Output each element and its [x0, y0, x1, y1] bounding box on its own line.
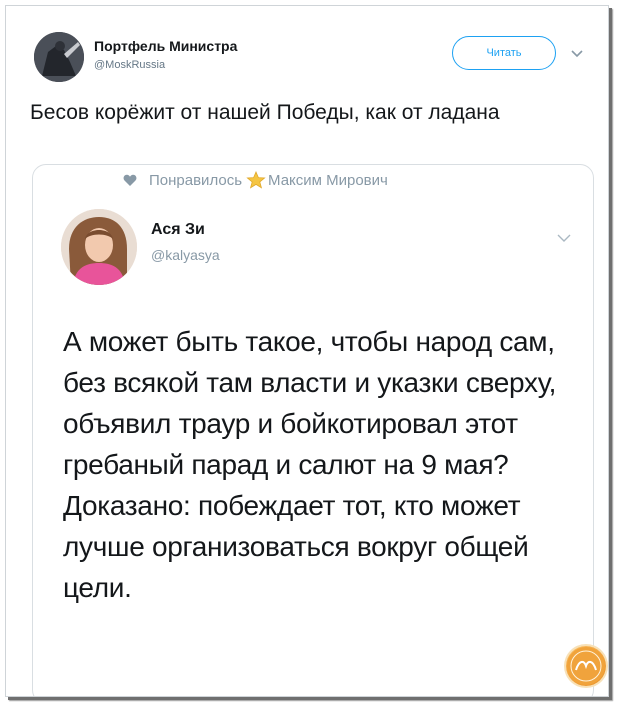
star-icon: [246, 171, 266, 189]
author-handle[interactable]: @MoskRussia: [94, 59, 165, 71]
tweet-screenshot-frame: Портфель Министра @MoskRussia Читать Бес…: [5, 5, 609, 697]
avatar-portrait-icon: [61, 209, 137, 285]
author-name[interactable]: Портфель Министра: [94, 38, 237, 54]
author-avatar[interactable]: [34, 32, 84, 82]
liked-prefix: Понравилось: [149, 171, 243, 189]
follow-button[interactable]: Читать: [452, 36, 556, 70]
quoted-author-name[interactable]: Ася Зи: [151, 221, 205, 239]
liked-by-row: Понравилось Максим Мирович: [123, 171, 388, 189]
heart-icon: [123, 174, 137, 186]
quoted-author-handle[interactable]: @kalyasya: [151, 247, 220, 263]
watermark-logo: [566, 646, 606, 686]
chevron-down-icon[interactable]: [556, 229, 572, 245]
quoted-tweet-text: А может быть такое, чтобы народ сам, без…: [63, 326, 557, 603]
quoted-author-avatar[interactable]: [61, 209, 137, 285]
avatar-figure-icon: [34, 32, 84, 82]
quoted-tweet-card[interactable]: Понравилось Максим Мирович Ася Зи @kalya…: [32, 164, 594, 696]
chevron-down-icon[interactable]: [570, 46, 584, 60]
liked-by-name[interactable]: Максим Мирович: [268, 172, 388, 189]
tweet-text: Бесов корёжит от нашей Победы, как от ла…: [30, 101, 500, 124]
